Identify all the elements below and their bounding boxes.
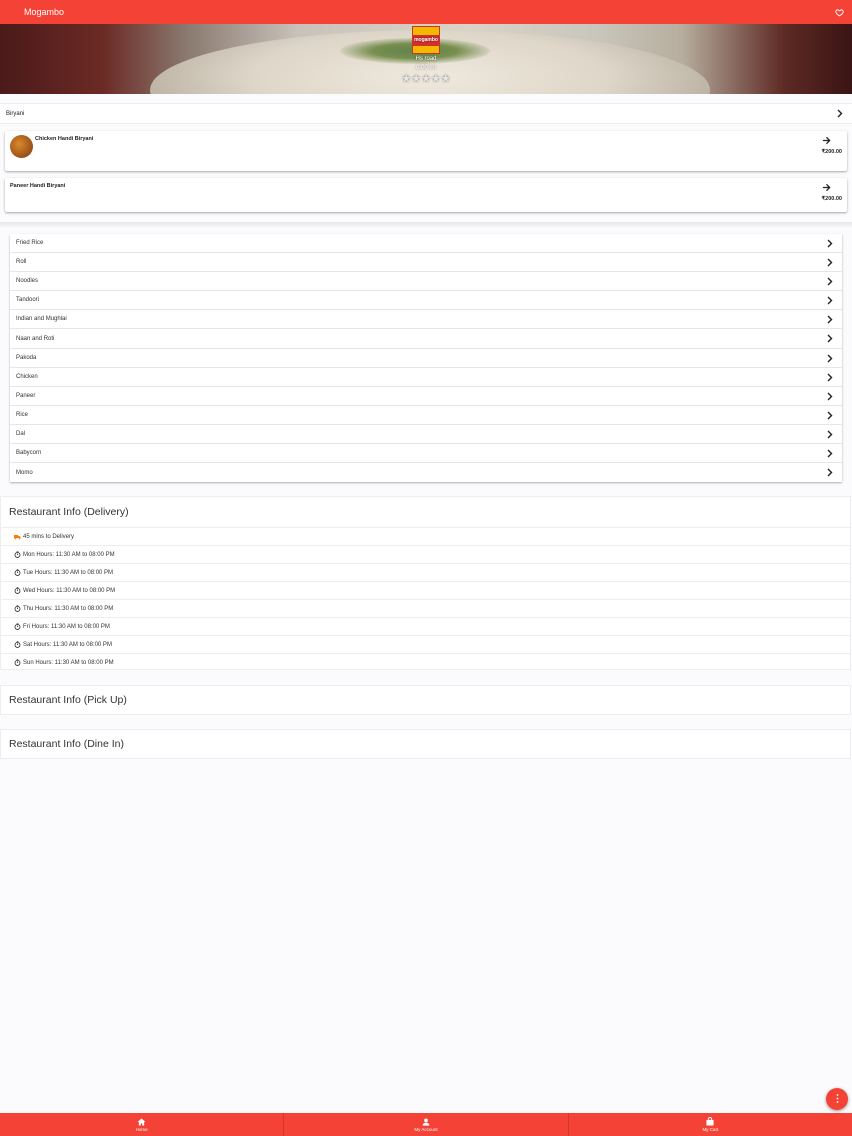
timer-icon [14, 641, 21, 648]
dish-name: Chicken Handi Biryani [35, 136, 94, 142]
dish-name: Paneer Handi Biryani [10, 183, 66, 189]
delivery-time-row: 45 mins to Delivery [1, 527, 850, 545]
hours-row: Fri Hours: 11:30 AM to 08:00 PM [1, 617, 850, 635]
rating-stars: ★★★★★ [401, 73, 451, 85]
restaurant-location: Hs road [415, 56, 437, 62]
restaurant-banner: mogambo Hs road 0.00 mi ★★★★★ [0, 24, 852, 94]
more-options-button[interactable] [826, 1088, 848, 1110]
hours-row: Wed Hours: 11:30 AM to 08:00 PM [1, 581, 850, 599]
category-biryani-header[interactable]: Biryani [0, 103, 852, 124]
bottom-navigation: Home My Account My Cart [0, 1113, 852, 1136]
restaurant-summary: mogambo Hs road 0.00 mi ★★★★★ [0, 26, 852, 85]
chevron-right-icon [827, 296, 833, 307]
timer-icon [14, 551, 21, 558]
chevron-right-icon [827, 334, 833, 345]
restaurant-distance: 0.00 mi [416, 65, 436, 71]
category-item-babycorn[interactable]: Babycorn [10, 444, 842, 464]
delivery-info-section: Restaurant Info (Delivery) 45 mins to De… [0, 496, 851, 670]
timer-icon [14, 623, 21, 630]
timer-icon [14, 569, 21, 576]
hours-row: Mon Hours: 11:30 AM to 08:00 PM [1, 545, 850, 563]
category-item-indian-and-mughlai[interactable]: Indian and Mughlai [10, 310, 842, 330]
category-list: Fried Rice Roll Noodles Tandoori Indian … [10, 234, 842, 483]
category-item-paneer[interactable]: Paneer [10, 387, 842, 406]
chevron-right-icon [827, 468, 833, 479]
dish-price: ₹200.00 [821, 196, 842, 202]
person-icon [422, 1118, 430, 1126]
section-title: Restaurant Info (Pick Up) [9, 694, 127, 706]
dinein-info-section[interactable]: Restaurant Info (Dine In) [0, 729, 851, 759]
chevron-right-icon [827, 411, 833, 422]
category-title: Biryani [6, 110, 25, 117]
chevron-right-icon [827, 430, 833, 441]
category-item-naan-and-roti[interactable]: Naan and Roti [10, 329, 842, 349]
category-item-momo[interactable]: Momo [10, 463, 842, 482]
category-item-noodles[interactable]: Noodles [10, 272, 842, 292]
home-icon [137, 1117, 146, 1126]
arrow-right-icon[interactable] [822, 136, 831, 148]
timer-icon [14, 587, 21, 594]
category-item-fried-rice[interactable]: Fried Rice [10, 234, 842, 254]
app-title: Mogambo [24, 7, 65, 17]
hours-row: Thu Hours: 11:30 AM to 08:00 PM [1, 599, 850, 617]
category-item-rice[interactable]: Rice [10, 406, 842, 425]
dish-image [10, 135, 33, 158]
chevron-right-icon [827, 449, 833, 460]
category-item-tandoori[interactable]: Tandoori [10, 291, 842, 311]
nav-my-account[interactable]: My Account [284, 1113, 569, 1136]
restaurant-logo: mogambo [412, 26, 440, 54]
dish-card[interactable]: Paneer Handi Biryani ₹200.00 [5, 178, 847, 212]
bag-icon [706, 1117, 714, 1126]
chevron-right-icon [827, 392, 833, 403]
hours-row: Tue Hours: 11:30 AM to 08:00 PM [1, 563, 850, 581]
favorite-heart-icon[interactable] [832, 5, 846, 19]
hours-row: Sat Hours: 11:30 AM to 08:00 PM [1, 635, 850, 653]
hours-row: Sun Hours: 11:30 AM to 08:00 PM [1, 653, 850, 671]
more-vert-icon [836, 1090, 839, 1108]
chevron-right-icon [827, 277, 833, 288]
dish-card[interactable]: Chicken Handi Biryani ₹200.00 [5, 131, 847, 171]
chevron-right-icon [827, 239, 833, 250]
dish-price: ₹200.00 [821, 149, 842, 155]
nav-my-cart[interactable]: My Cart [569, 1113, 852, 1136]
pickup-info-section[interactable]: Restaurant Info (Pick Up) [0, 685, 851, 715]
arrow-right-icon[interactable] [822, 183, 831, 195]
category-item-chicken[interactable]: Chicken [10, 368, 842, 387]
category-item-roll[interactable]: Roll [10, 253, 842, 273]
category-item-dal[interactable]: Dal [10, 425, 842, 445]
app-bar: Mogambo [0, 0, 852, 24]
chevron-right-icon [827, 315, 833, 326]
chevron-right-icon [827, 373, 833, 384]
truck-icon [14, 533, 21, 540]
chevron-right-icon [837, 109, 843, 120]
chevron-right-icon [827, 354, 833, 365]
category-item-pakoda[interactable]: Pakoda [10, 349, 842, 368]
chevron-right-icon [827, 258, 833, 269]
timer-icon [14, 659, 21, 666]
nav-home[interactable]: Home [0, 1113, 285, 1136]
section-title: Restaurant Info (Dine In) [9, 738, 124, 750]
section-title: Restaurant Info (Delivery) [9, 506, 129, 518]
timer-icon [14, 605, 21, 612]
